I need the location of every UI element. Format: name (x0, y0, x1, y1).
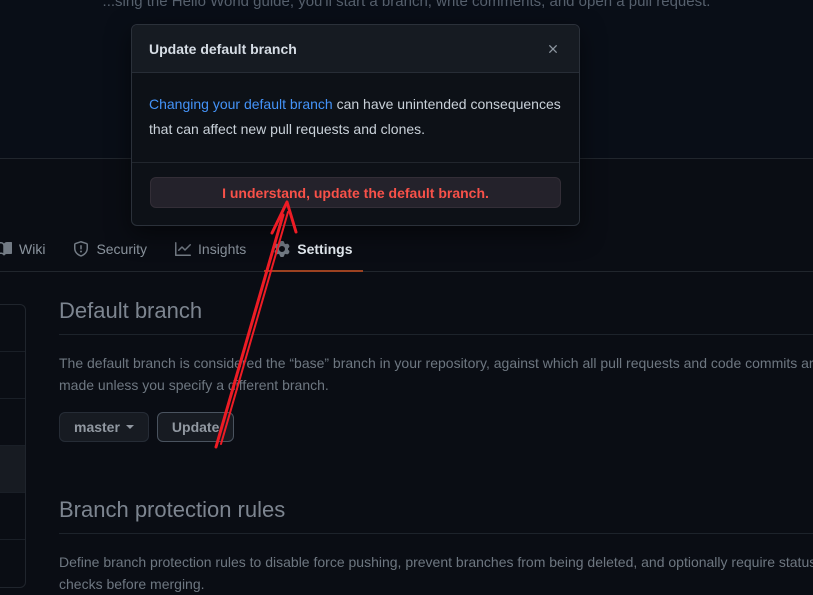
dialog-title: Update default branch (149, 40, 297, 57)
repo-nav-tabs: Wiki Security Insights Settings (0, 226, 367, 272)
dialog-footer: I understand, update the default branch. (132, 163, 579, 225)
branch-protection-description: Define branch protection rules to disabl… (59, 554, 813, 592)
tab-security[interactable]: Security (59, 226, 161, 271)
sidebar-item-6[interactable] (0, 540, 25, 587)
default-branch-title: Default branch (59, 296, 813, 335)
main-content: Default branch The default branch is con… (59, 296, 813, 595)
gear-icon (274, 240, 290, 257)
update-default-branch-dialog: Update default branch Changing your defa… (131, 24, 580, 226)
branch-protection-section: Branch protection rules Define branch pr… (59, 495, 813, 595)
tab-settings-label: Settings (297, 240, 353, 257)
graph-icon (175, 241, 192, 257)
chevron-down-icon (125, 425, 134, 429)
update-button-label: Update (171, 419, 220, 435)
book-icon (0, 241, 12, 257)
sidebar-item-branches[interactable] (0, 446, 25, 493)
sidebar-item-5[interactable] (0, 493, 25, 540)
sidebar-item-3[interactable] (0, 399, 25, 446)
default-branch-actions: master Update (59, 412, 813, 442)
tab-wiki[interactable]: Wiki (0, 226, 59, 271)
tab-security-label: Security (96, 240, 148, 257)
confirm-update-default-branch-button[interactable]: I understand, update the default branch. (150, 177, 561, 208)
branch-select-button[interactable]: master (59, 412, 149, 442)
sidebar-item-1[interactable] (0, 305, 25, 352)
close-icon[interactable] (543, 39, 563, 59)
tab-insights-label: Insights (198, 240, 247, 257)
tab-wiki-label: Wiki (19, 240, 46, 257)
shield-icon (73, 240, 89, 257)
dialog-header: Update default branch (132, 25, 579, 73)
tab-settings[interactable]: Settings (260, 226, 366, 272)
dialog-body: Changing your default branch can have un… (132, 73, 579, 163)
settings-sidebar (0, 304, 26, 588)
confirm-update-default-branch-label: I understand, update the default branch. (222, 184, 489, 201)
branch-select-label: master (74, 419, 120, 435)
sidebar-item-2[interactable] (0, 352, 25, 399)
default-branch-description: The default branch is considered the “ba… (59, 355, 813, 393)
branch-protection-title: Branch protection rules (59, 495, 813, 534)
tab-insights[interactable]: Insights (161, 226, 260, 271)
update-button[interactable]: Update (156, 412, 235, 442)
repo-nav: Wiki Security Insights Settings (0, 226, 813, 272)
changing-default-branch-link[interactable]: Changing your default branch (149, 96, 333, 112)
promo-banner-text: ...sing the Hello World guide, you'll st… (102, 0, 711, 10)
